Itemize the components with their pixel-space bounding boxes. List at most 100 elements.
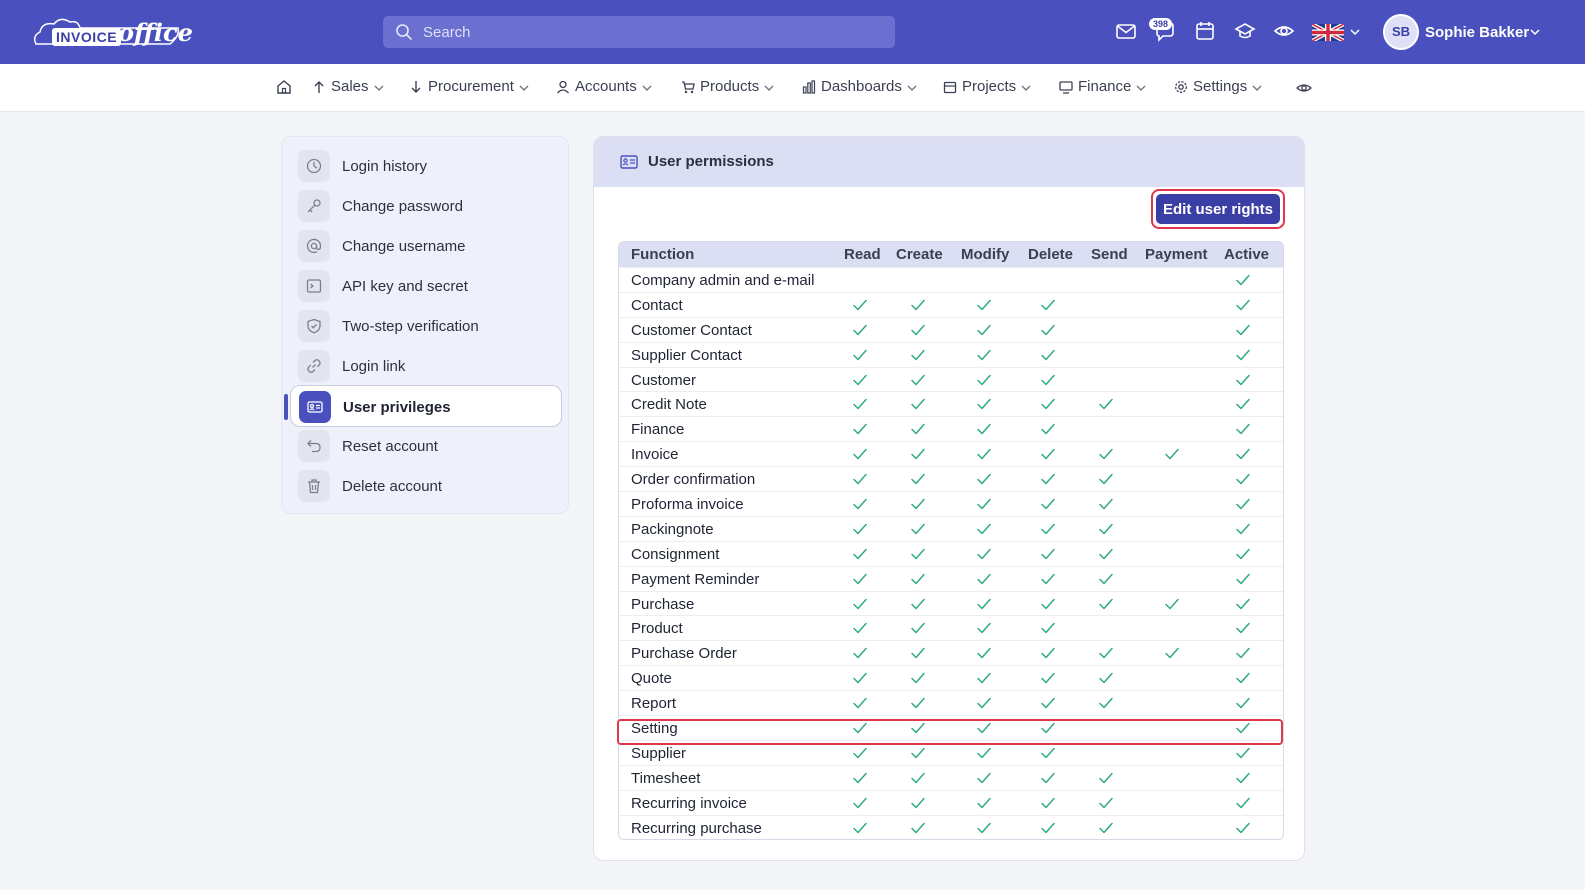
checkmark-icon [1041,648,1055,659]
checkmark-icon [1041,573,1055,584]
checkmark-icon [911,399,925,410]
checkmark-icon [911,722,925,734]
function-name: Purchase Order [631,645,737,663]
checkmark-icon [911,498,925,510]
eye-icon[interactable] [1296,80,1312,96]
function-name: Recurring purchase [631,819,762,837]
checkmark-icon [853,722,867,734]
nav-procurement[interactable]: Procurement [409,78,529,98]
checkmark-icon [977,673,991,684]
user-permissions-panel: User permissions Edit user rights Functi… [593,136,1305,861]
nav-finance-label: Finance [1078,78,1132,95]
function-name: Company admin and e-mail [631,272,815,289]
checkmark-icon [853,324,867,336]
user-menu-chevron-down-icon[interactable] [1530,28,1540,36]
checkmark-icon [1236,772,1250,784]
checkmark-icon [1099,523,1113,535]
checkmark-icon [911,324,925,336]
checkmark-icon [911,548,925,560]
checkmark-icon [977,448,991,460]
avatar[interactable]: SB [1383,14,1419,50]
checkmark-icon [977,523,991,535]
checkmark-icon [1236,498,1250,510]
invoiceoffice-logo[interactable]: INVOICE office [30,14,193,50]
checkmark-icon [1099,772,1113,784]
checkmark-icon [1099,822,1113,833]
checkmark-icon [853,673,867,684]
checkmark-icon [911,822,925,833]
column-header-delete: Delete [1028,246,1074,263]
sidebar-item-label: API key and secret [342,278,468,295]
sidebar-item-delete-account[interactable]: Delete account [290,465,562,507]
column-header-send: Send [1091,246,1128,263]
nav-sales[interactable]: Sales [312,78,384,98]
sidebar-item-api-key[interactable]: API key and secret [290,265,562,307]
id-card-icon [307,401,323,413]
sidebar-item-login-history[interactable]: Login history [290,145,562,187]
academy-icon[interactable] [1234,20,1256,42]
checkmark-icon [1041,498,1055,510]
home-icon[interactable] [276,79,292,95]
sidebar-item-login-link[interactable]: Login link [290,345,562,387]
sidebar-item-label: Change username [342,238,466,255]
shield-icon [307,318,321,334]
sidebar-item-user-privileges[interactable]: User privileges [284,385,562,427]
checkmark-icon [977,548,991,560]
at-icon [306,238,322,254]
uk-flag-icon[interactable] [1312,24,1344,41]
sidebar-item-label: Two-step verification [342,318,479,335]
function-name: Contact [631,296,683,314]
table-row: Customer Contact [619,316,1283,342]
checkmark-icon [911,772,925,784]
table-row: Order confirmation [619,466,1283,491]
terminal-icon [306,279,322,293]
edit-user-rights-button[interactable]: Edit user rights [1156,194,1280,224]
checkmark-icon [1041,448,1055,460]
search-input[interactable]: Search [383,16,895,48]
checkmark-icon [853,623,867,634]
checkmark-icon [1236,648,1250,659]
checkmark-icon [1165,598,1179,609]
checkmark-icon [1236,722,1250,734]
table-row: Recurring invoice [619,789,1283,815]
language-chevron-down-icon[interactable] [1350,28,1360,36]
sidebar-item-change-username[interactable]: Change username [290,225,562,267]
checkmark-icon [911,648,925,659]
sidebar-item-two-step-verification[interactable]: Two-step verification [290,305,562,347]
checkmark-icon [853,374,867,385]
checkmark-icon [853,448,867,460]
calendar-icon[interactable] [1194,20,1216,42]
function-name: Invoice [631,446,679,464]
table-row: Consignment [619,540,1283,566]
table-body: Company admin and e-mail Contact Customer … [619,267,1283,839]
nav-settings[interactable]: Settings [1174,78,1262,98]
function-name: Setting [631,720,678,738]
nav-accounts[interactable]: Accounts [556,78,652,98]
function-name: Order confirmation [631,471,756,489]
checkmark-icon [1099,673,1113,684]
page-title: User permissions [648,153,774,170]
checkmark-icon [977,324,991,336]
chevron-down-icon [642,85,652,91]
account-sidebar: Login history Change password Change use… [281,136,569,514]
checkmark-icon [977,598,991,609]
nav-products[interactable]: Products [681,78,774,98]
sidebar-item-reset-account[interactable]: Reset account [290,425,562,467]
table-row: Report [619,690,1283,715]
checkmark-icon [1041,349,1055,360]
search-placeholder: Search [423,24,471,41]
nav-projects[interactable]: Projects [943,78,1031,98]
nav-finance[interactable]: Finance [1059,78,1146,98]
checkmark-icon [1236,797,1250,808]
user-icon [557,80,569,94]
checkmark-icon [1099,573,1113,584]
checkmark-icon [1236,448,1250,460]
sidebar-item-change-password[interactable]: Change password [290,185,562,227]
checkmark-icon [1099,548,1113,560]
trash-icon [308,479,320,494]
mail-icon[interactable] [1115,20,1137,42]
user-name[interactable]: Sophie Bakker [1425,24,1529,41]
eye-icon[interactable] [1273,20,1295,42]
nav-dashboards[interactable]: Dashboards [802,78,917,98]
chevron-down-icon [519,85,529,91]
